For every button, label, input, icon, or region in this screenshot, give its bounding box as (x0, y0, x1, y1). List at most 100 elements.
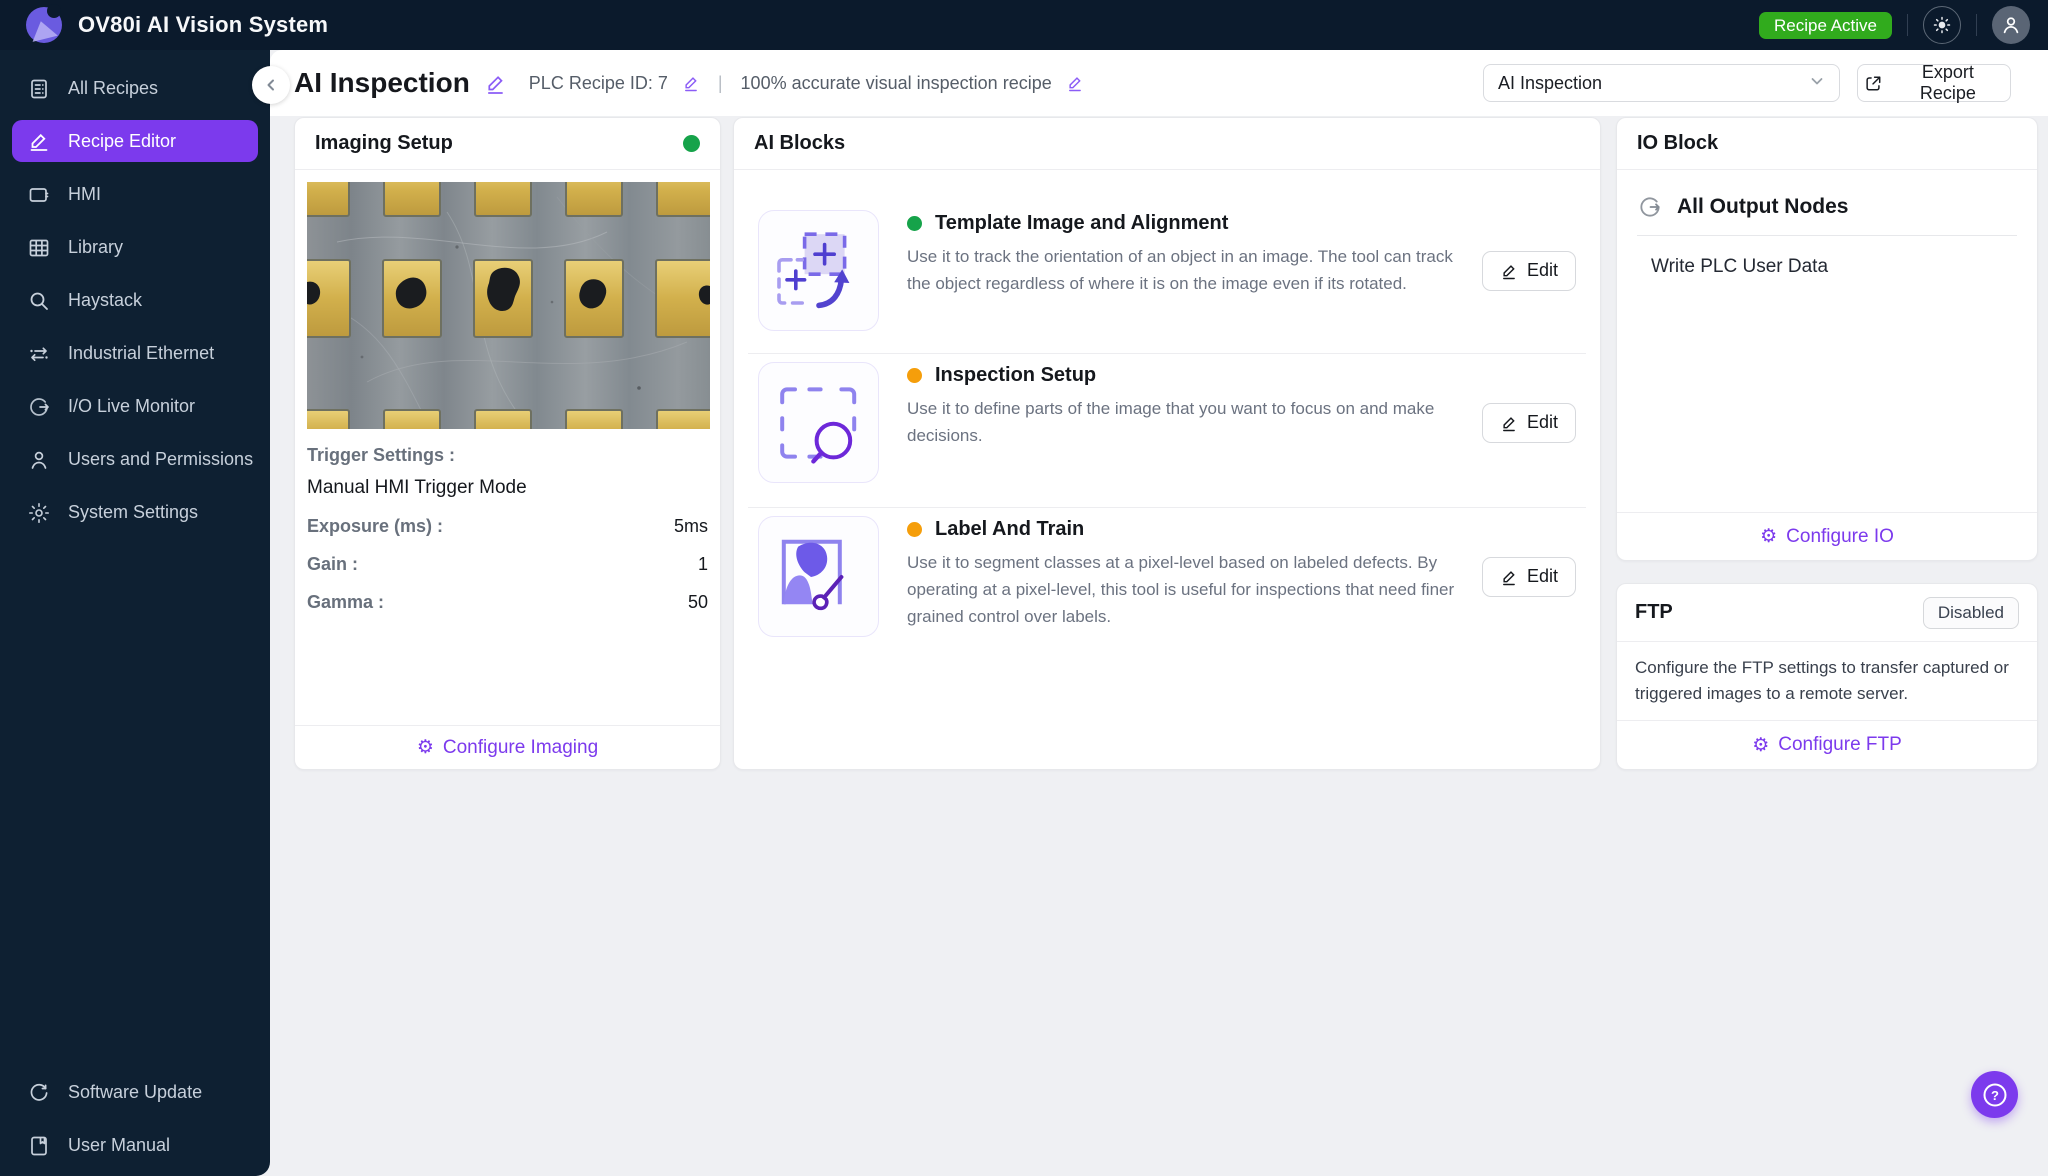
user-icon (27, 448, 51, 472)
sidebar-item-label: Library (68, 237, 124, 257)
ai-blocks-header: AI Blocks (734, 118, 1600, 170)
user-avatar-icon (2003, 17, 2019, 34)
sidebar-bottom-nav: Software Update User Manual (0, 1066, 270, 1172)
ai-block-title: Template Image and Alignment (935, 212, 1229, 234)
search-icon (27, 289, 51, 313)
io-block-card: IO Block All Output Nodes Write PLC User… (1616, 117, 2038, 561)
sidebar-item-label: Recipe Editor (68, 130, 177, 151)
gamma-value: 50 (687, 592, 708, 612)
svg-text:?: ? (1991, 1088, 1999, 1103)
sun-icon (1933, 16, 1951, 34)
inspection-setup-icon (758, 362, 879, 483)
output-nodes-icon (1640, 197, 1660, 217)
edit-label: Edit (1526, 566, 1559, 586)
pencil-icon (27, 129, 51, 153)
sidebar-item-io-live-monitor[interactable]: I/O Live Monitor (0, 380, 270, 433)
camera-preview-image (307, 182, 710, 429)
gain-value: 1 (697, 554, 708, 574)
configure-io-button[interactable]: ⚙ Configure IO (1617, 512, 2037, 560)
manual-icon (27, 1134, 51, 1158)
configure-ftp-label: Configure FTP (1778, 734, 1902, 755)
io-block-title: IO Block (1637, 132, 1719, 154)
edit-pencil-icon (1503, 264, 1515, 279)
sidebar-nav: All Recipes Recipe Editor HMI Library Ha… (0, 50, 270, 539)
monitor-icon (27, 183, 51, 207)
edit-template-alignment-button[interactable]: Edit (1482, 250, 1576, 291)
title-edit-icon[interactable] (484, 72, 507, 95)
configure-io-label: Configure IO (1786, 525, 1894, 547)
ai-block-description: Use it to segment classes at a pixel-lev… (907, 553, 1455, 626)
header-separator: | (717, 72, 723, 93)
top-bar: OV80i AI Vision System Recipe Active (0, 0, 2048, 50)
plc-recipe-id: PLC Recipe ID: 7 (528, 72, 668, 93)
sidebar-item-library[interactable]: Library (0, 221, 270, 274)
sidebar-item-all-recipes[interactable]: All Recipes (0, 62, 270, 115)
ftp-card: FTP Disabled Configure the FTP settings … (1616, 583, 2038, 770)
recipes-icon (27, 77, 51, 101)
exposure-value: 5ms (673, 516, 708, 536)
sidebar-item-users-and-permissions[interactable]: Users and Permissions (0, 433, 270, 486)
ai-block-title: Label And Train (935, 518, 1085, 540)
topbar-divider (1976, 14, 1977, 36)
sidebar-item-label: All Recipes (68, 78, 159, 98)
ai-blocks-card: AI Blocks Template Image and Alignment U… (733, 117, 1601, 770)
chevron-left-icon (267, 79, 274, 91)
sidebar-item-hmi[interactable]: HMI (0, 168, 270, 221)
sidebar-item-recipe-editor[interactable]: Recipe Editor (12, 120, 258, 162)
refresh-icon (27, 1081, 51, 1105)
io-block-body: All Output Nodes Write PLC User Data (1617, 170, 2037, 278)
ai-blocks-title: AI Blocks (754, 132, 846, 154)
ai-block-status-dot (907, 216, 922, 231)
sidebar-item-user-manual[interactable]: User Manual (0, 1119, 270, 1172)
ftp-description: Configure the FTP settings to transfer c… (1635, 658, 2009, 703)
plc-edit-icon[interactable] (682, 74, 700, 92)
gear-icon: ⚙ (1752, 734, 1770, 756)
all-output-nodes-label: All Output Nodes (1677, 195, 1849, 218)
ai-block-template-alignment: Template Image and Alignment Use it to t… (734, 170, 1600, 353)
export-recipe-label: Export Recipe (1919, 62, 1976, 103)
output-node-item[interactable]: Write PLC User Data (1637, 256, 2017, 278)
ai-block-text: Label And Train Use it to segment classe… (907, 518, 1457, 630)
recipe-select[interactable]: AI Inspection (1483, 64, 1840, 102)
gain-row: Gain : 1 (307, 554, 708, 575)
sidebar-collapse-button[interactable] (252, 66, 290, 104)
configure-ftp-button[interactable]: ⚙ Configure FTP (1617, 720, 2037, 769)
description-edit-icon[interactable] (1066, 74, 1084, 92)
exposure-row: Exposure (ms) : 5ms (307, 516, 708, 537)
topbar-divider (1907, 14, 1908, 36)
sidebar-item-software-update[interactable]: Software Update (0, 1066, 270, 1119)
question-icon: ? (1983, 1083, 2006, 1106)
gear-icon (27, 501, 51, 525)
sidebar-item-haystack[interactable]: Haystack (0, 274, 270, 327)
export-recipe-button[interactable]: Export Recipe (1857, 62, 2011, 103)
theme-toggle-button[interactable] (1923, 6, 1961, 44)
sidebar-item-label: Users and Permissions (68, 449, 254, 469)
help-button[interactable]: ? (1971, 1071, 2018, 1118)
ai-block-text: Inspection Setup Use it to define parts … (907, 364, 1457, 449)
export-icon (1866, 75, 1881, 91)
all-output-nodes-group: All Output Nodes (1637, 194, 2017, 220)
edit-inspection-setup-button[interactable]: Edit (1482, 402, 1576, 443)
io-group-divider (1637, 235, 2017, 236)
sidebar-item-label: Haystack (68, 290, 143, 310)
gear-icon: ⚙ (416, 737, 434, 758)
sidebar-item-label: Industrial Ethernet (68, 343, 215, 363)
trigger-mode-value: Manual HMI Trigger Mode (307, 477, 527, 498)
ai-block-description: Use it to define parts of the image that… (907, 399, 1435, 445)
top-bar-actions: Recipe Active (1759, 0, 2030, 50)
ai-block-text: Template Image and Alignment Use it to t… (907, 212, 1457, 297)
edit-label-and-train-button[interactable]: Edit (1482, 556, 1576, 597)
trigger-settings-label: Trigger Settings : (307, 445, 456, 465)
template-alignment-icon (758, 210, 879, 331)
ai-block-status-dot (907, 522, 922, 537)
user-avatar[interactable] (1992, 6, 2030, 44)
ai-block-title: Inspection Setup (935, 364, 1097, 386)
imaging-setup-header: Imaging Setup (295, 118, 720, 170)
gear-icon: ⚙ (1760, 526, 1778, 547)
configure-imaging-button[interactable]: ⚙ Configure Imaging (295, 725, 720, 769)
page-header: AI Inspection PLC Recipe ID: 7 | 100% ac… (270, 50, 2048, 116)
grid-icon (27, 236, 51, 260)
sidebar-item-system-settings[interactable]: System Settings (0, 486, 270, 539)
exposure-label: Exposure (ms) : (307, 516, 444, 536)
sidebar-item-industrial-ethernet[interactable]: Industrial Ethernet (0, 327, 270, 380)
